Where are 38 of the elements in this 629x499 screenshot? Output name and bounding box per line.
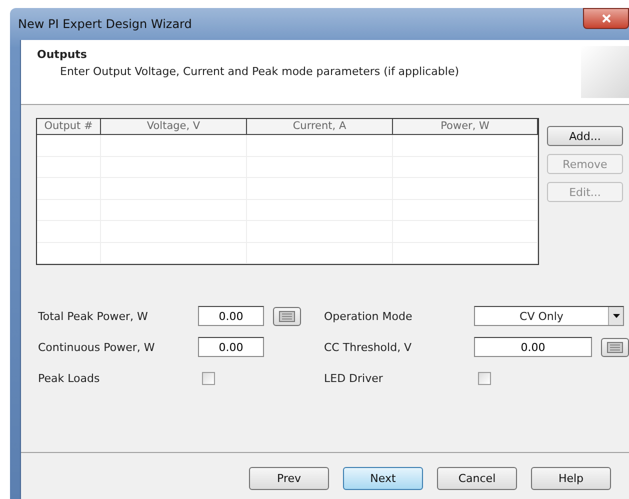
- field-label: CC Threshold, V: [324, 340, 413, 354]
- number-field[interactable]: 0.00: [198, 337, 264, 357]
- column-header: Power, W: [393, 119, 538, 135]
- side-button[interactable]: Add...: [547, 126, 623, 146]
- calculator-button[interactable]: [601, 338, 629, 356]
- caret-icon: [612, 314, 620, 318]
- checkbox[interactable]: [478, 372, 491, 384]
- dropdown[interactable]: CV Only: [474, 306, 624, 326]
- field-label: LED Driver: [324, 372, 384, 384]
- table-cell: [37, 178, 101, 200]
- column-header: Current, A: [247, 119, 393, 135]
- column-header: Voltage, V: [101, 119, 247, 135]
- field-label: Continuous Power, W: [38, 340, 156, 354]
- calculator-icon: [279, 310, 295, 322]
- number-field[interactable]: 0.00: [474, 337, 592, 357]
- footer-button[interactable]: Prev: [249, 467, 329, 490]
- footer-button[interactable]: Cancel: [437, 467, 517, 490]
- window-title: New PI Expert Design Wizard: [18, 17, 192, 31]
- table-cell: [37, 156, 101, 178]
- checkbox[interactable]: [202, 372, 215, 384]
- header-graphic: [581, 46, 629, 98]
- calculator-icon: [607, 342, 623, 352]
- field-label: Operation Mode: [324, 310, 414, 322]
- table-cell: [37, 200, 101, 221]
- field-label: Peak Loads: [38, 372, 101, 384]
- table-cell: [37, 242, 101, 264]
- field-label: Total Peak Power, W: [38, 310, 149, 322]
- number-field[interactable]: 0.00: [198, 306, 264, 326]
- calculator-button[interactable]: [273, 306, 301, 326]
- footer-button[interactable]: Next: [343, 467, 423, 490]
- close-icon: [602, 14, 610, 22]
- close-button[interactable]: [583, 8, 629, 28]
- page-title: Outputs: [37, 48, 88, 61]
- column-header: Output #: [37, 119, 101, 135]
- table-cell: [37, 221, 101, 242]
- page-subtitle: Enter Output Voltage, Current and Peak mode parameters (if applicable): [60, 65, 460, 78]
- footer-button[interactable]: Help: [531, 467, 611, 490]
- table-cell: [37, 135, 101, 156]
